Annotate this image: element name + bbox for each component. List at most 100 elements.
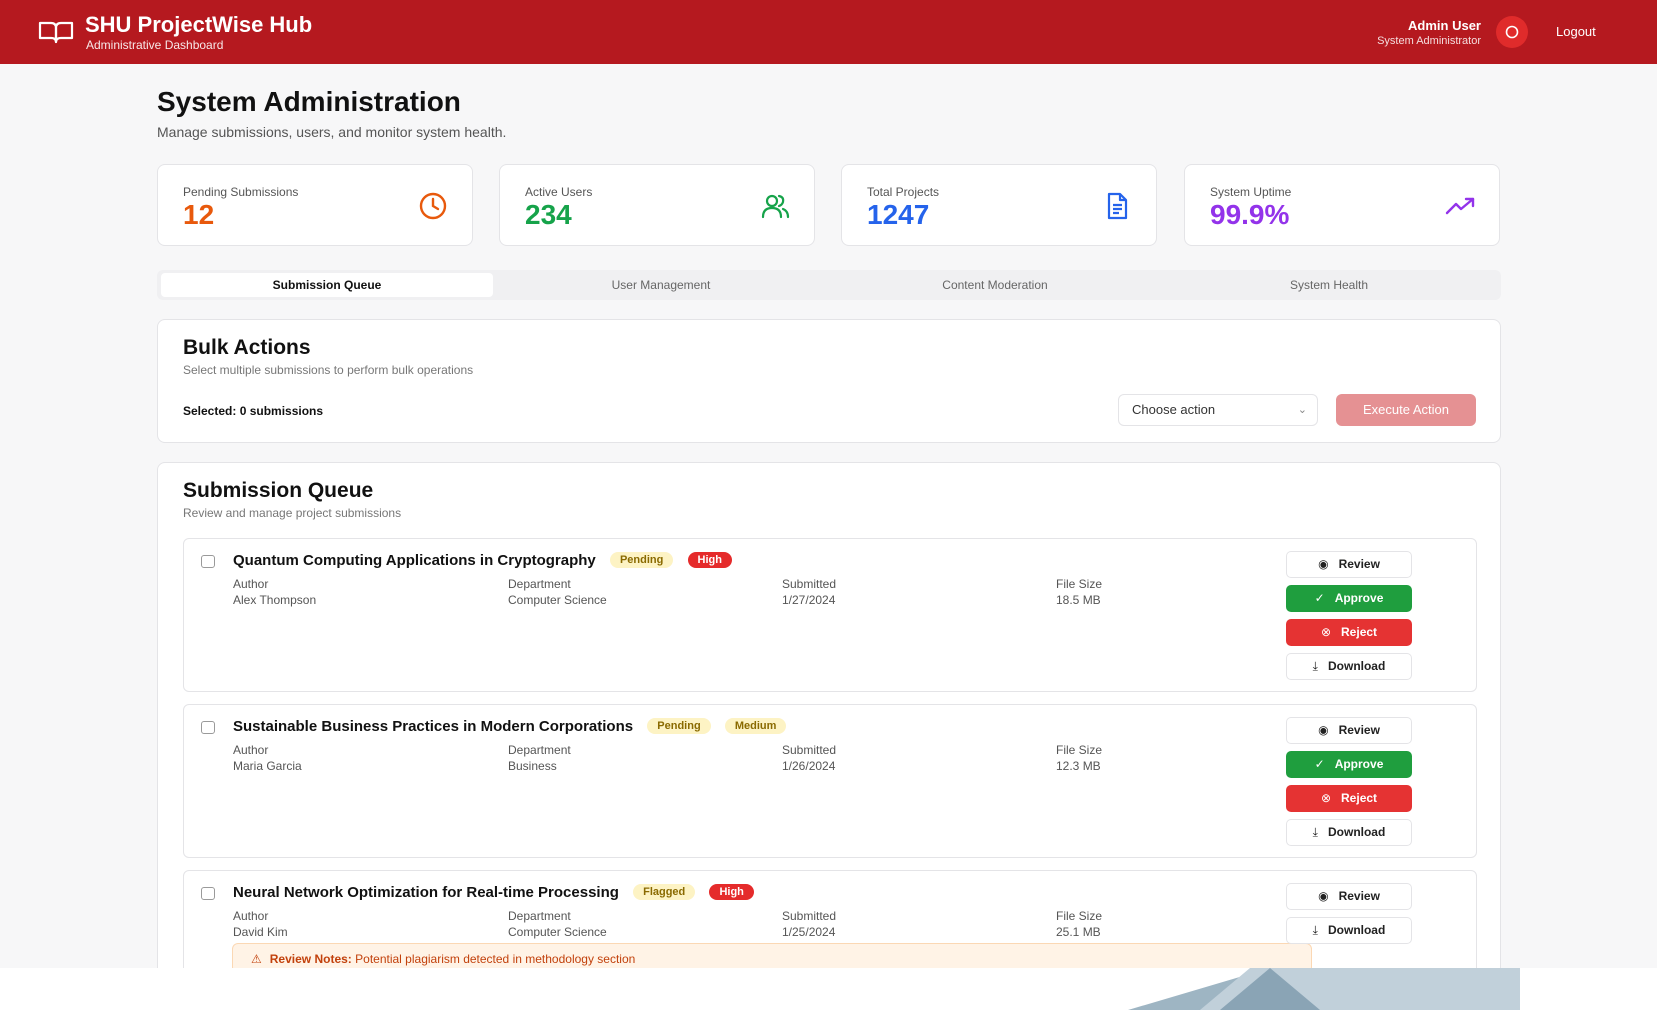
top-header: SHU ProjectWise Hub Administrative Dashb… [0, 0, 1657, 64]
meta-department: Department Computer Science [508, 909, 607, 939]
reject-button[interactable]: ⊗ Reject [1286, 619, 1412, 646]
select-checkbox[interactable] [201, 721, 215, 734]
priority-badge: High [687, 552, 732, 568]
meta-label: Submitted [782, 743, 837, 757]
meta-value: David Kim [233, 925, 288, 939]
stat-label: Active Users [525, 185, 593, 199]
bulk-actions-title: Bulk Actions [183, 336, 311, 359]
download-button[interactable]: ⤓ Download [1286, 917, 1412, 944]
tab-content-moderation[interactable]: Content Moderation [829, 273, 1161, 297]
execute-action-button[interactable]: Execute Action [1336, 394, 1476, 426]
meta-value: 1/26/2024 [782, 759, 836, 773]
meta-value: Maria Garcia [233, 759, 302, 773]
user-role: System Administrator [1377, 35, 1481, 47]
meta-label: Department [508, 743, 571, 757]
chevron-down-icon: ⌄ [1297, 404, 1307, 416]
list-item: Sustainable Business Practices in Modern… [183, 704, 1477, 858]
submission-title-text: Neural Network Optimization for Real-tim… [233, 884, 619, 901]
meta-author: Author David Kim [233, 909, 288, 939]
meta-file-size: File Size 12.3 MB [1056, 743, 1102, 773]
user-circle-icon [1505, 25, 1519, 39]
user-info: Admin User System Administrator [1377, 18, 1481, 47]
bulk-action-select[interactable]: Choose action ⌄ [1118, 394, 1318, 426]
queue-subtitle: Review and manage project submissions [183, 506, 402, 520]
priority-badge: High [709, 884, 754, 900]
meta-submitted: Submitted 1/25/2024 [782, 909, 836, 939]
select-checkbox[interactable] [201, 887, 215, 900]
meta-value: 18.5 MB [1056, 593, 1101, 607]
meta-file-size: File Size 25.1 MB [1056, 909, 1102, 939]
meta-value: Business [508, 759, 557, 773]
list-item: Neural Network Optimization for Real-tim… [183, 870, 1477, 968]
stat-value: 234 [525, 199, 572, 230]
review-notes: ⚠ Review Notes: Potential plagiarism dete… [232, 943, 1312, 968]
approve-label: Approve [1334, 757, 1384, 771]
approve-button[interactable]: ✓ Approve [1286, 585, 1412, 612]
approve-button[interactable]: ✓ Approve [1286, 751, 1412, 778]
stat-label: System Uptime [1210, 185, 1292, 199]
submission-title-text: Sustainable Business Practices in Modern… [233, 718, 634, 735]
stat-label: Total Projects [867, 185, 940, 199]
meta-value: 1/27/2024 [782, 593, 836, 607]
meta-label: Author [233, 909, 269, 923]
stat-card-pending: Pending Submissions 12 [157, 164, 473, 246]
status-badge: Pending [647, 718, 711, 734]
meta-value: 12.3 MB [1056, 759, 1101, 773]
tab-user-management[interactable]: User Management [495, 273, 827, 297]
tab-submission-queue[interactable]: Submission Queue [161, 273, 493, 297]
avatar[interactable] [1496, 16, 1528, 48]
reject-label: Reject [1341, 791, 1378, 805]
book-icon [38, 21, 74, 44]
stat-card-projects: Total Projects 1247 [841, 164, 1157, 246]
select-value: Choose action [1132, 402, 1216, 417]
tab-system-health[interactable]: System Health [1163, 273, 1495, 297]
meta-label: File Size [1056, 909, 1103, 923]
check-circle-icon: ✓ [1314, 757, 1325, 771]
stat-card-uptime: System Uptime 99.9% [1184, 164, 1500, 246]
review-button[interactable]: ◉ Review [1286, 883, 1412, 910]
download-button[interactable]: ⤓ Download [1286, 653, 1412, 680]
eye-icon: ◉ [1318, 723, 1329, 737]
review-button[interactable]: ◉ Review [1286, 551, 1412, 578]
app-window: SHU ProjectWise Hub Administrative Dashb… [0, 0, 1657, 968]
meta-label: Author [233, 577, 269, 591]
meta-label: Submitted [782, 909, 837, 923]
reject-button[interactable]: ⊗ Reject [1286, 785, 1412, 812]
stat-value: 99.9% [1210, 199, 1290, 230]
queue-title: Submission Queue [183, 479, 374, 502]
app-title: SHU ProjectWise Hub [85, 12, 313, 37]
priority-badge: Medium [724, 718, 787, 734]
meta-value: Computer Science [508, 593, 607, 607]
meta-value: Alex Thompson [233, 593, 317, 607]
x-circle-icon: ⊗ [1320, 625, 1332, 639]
logout-button[interactable]: Logout [1556, 24, 1596, 39]
reject-label: Reject [1341, 625, 1378, 639]
page-subtitle: Manage submissions, users, and monitor s… [157, 124, 507, 140]
download-button[interactable]: ⤓ Download [1286, 819, 1412, 846]
select-checkbox[interactable] [201, 555, 215, 568]
download-label: Download [1327, 825, 1386, 839]
review-label: Review [1338, 723, 1380, 737]
meta-file-size: File Size 18.5 MB [1056, 577, 1102, 607]
submission-title: Quantum Computing Applications in Crypto… [233, 552, 732, 569]
meta-submitted: Submitted 1/26/2024 [782, 743, 836, 773]
submission-title-text: Quantum Computing Applications in Crypto… [233, 552, 596, 569]
download-icon: ⤓ [1312, 923, 1318, 937]
decorative-triangles [1128, 968, 1520, 1010]
document-icon [1107, 192, 1128, 220]
review-button[interactable]: ◉ Review [1286, 717, 1412, 744]
meta-label: File Size [1056, 577, 1103, 591]
status-badge: Flagged [633, 884, 696, 900]
meta-submitted: Submitted 1/27/2024 [782, 577, 836, 607]
meta-label: Department [508, 909, 571, 923]
submission-queue-card: Submission Queue Review and manage proje… [157, 462, 1501, 968]
meta-value: Computer Science [508, 925, 607, 939]
eye-icon: ◉ [1318, 557, 1329, 571]
meta-value: 1/25/2024 [782, 925, 836, 939]
stat-card-users: Active Users 234 [499, 164, 815, 246]
x-circle-icon: ⊗ [1320, 791, 1332, 805]
trending-up-icon [1445, 197, 1475, 215]
warning-icon: ⚠ [251, 952, 262, 966]
meta-label: Author [233, 743, 269, 757]
app-subtitle: Administrative Dashboard [86, 38, 224, 52]
